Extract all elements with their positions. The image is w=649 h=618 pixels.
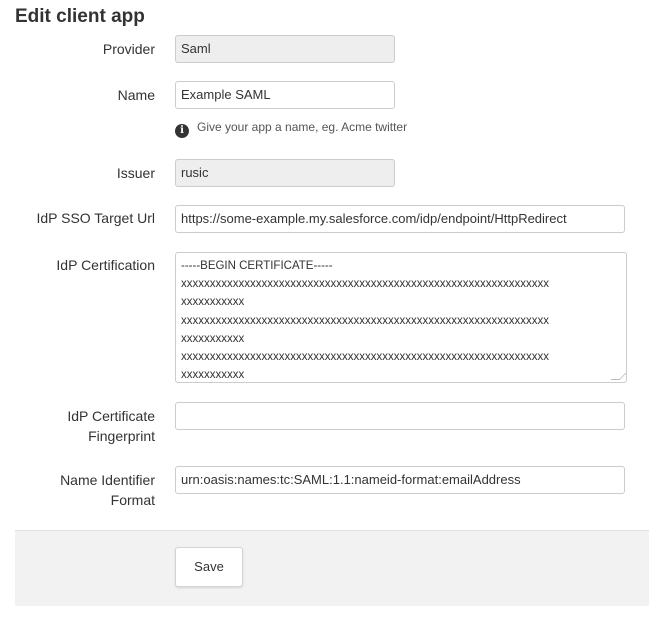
issuer-field: rusic [175, 159, 395, 187]
idp-cert-fingerprint-label-line2: Fingerprint [88, 428, 155, 444]
issuer-label: Issuer [116, 165, 155, 181]
cert-line: xxxxxxxxxxxxxxxxxxxxxxxxxxxxxxxxxxxxxxxx… [181, 314, 549, 327]
provider-label: Provider [102, 41, 155, 57]
save-button[interactable]: Save [175, 547, 243, 587]
cert-line: xxxxxxxxxxx [181, 369, 245, 382]
cert-line: -----BEGIN CERTIFICATE----- [181, 260, 333, 272]
idp-sso-target-url-input[interactable]: https://some-example.my.salesforce.com/i… [175, 205, 625, 233]
cert-line: xxxxxxxxxxx [181, 332, 245, 345]
name-input[interactable]: Example SAML [175, 81, 395, 109]
idp-cert-fingerprint-label-line1: IdP Certificate [67, 408, 155, 424]
provider-field: Saml [175, 35, 395, 63]
info-icon: i [175, 124, 189, 138]
idp-sso-target-url-label: IdP SSO Target Url [36, 210, 155, 226]
page-title: Edit client app [15, 6, 145, 27]
idp-certification-textarea[interactable]: -----BEGIN CERTIFICATE----- xxxxxxxxxxxx… [175, 252, 627, 383]
name-hint: i Give your app a name, eg. Acme twitter [175, 119, 407, 138]
idp-certification-label: IdP Certification [56, 257, 155, 273]
name-identifier-format-label-line1: Name Identifier [60, 472, 155, 488]
cert-line: xxxxxxxxxxxxxxxxxxxxxxxxxxxxxxxxxxxxxxxx… [181, 351, 549, 364]
name-identifier-format-label-line2: Format [110, 492, 155, 508]
form-actions-bar [15, 530, 649, 606]
cert-line: xxxxxxxxxxxxxxxxxxxxxxxxxxxxxxxxxxxxxxxx… [181, 278, 549, 291]
idp-cert-fingerprint-input[interactable] [175, 402, 625, 430]
name-identifier-format-input[interactable]: urn:oasis:names:tc:SAML:1.1:nameid-forma… [175, 466, 625, 494]
edit-client-app-page: Edit client app Provider Saml Name Examp… [0, 0, 649, 618]
name-label: Name [117, 87, 155, 103]
name-hint-text: Give your app a name, eg. Acme twitter [197, 120, 408, 134]
cert-line: xxxxxxxxxxx [181, 296, 245, 309]
